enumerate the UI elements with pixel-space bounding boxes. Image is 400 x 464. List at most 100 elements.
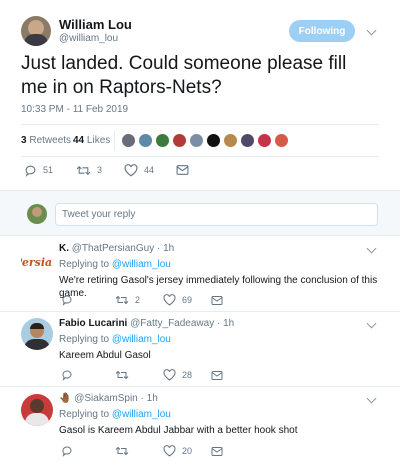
like-action[interactable]: 20 xyxy=(163,443,192,459)
retweet-count: 2 xyxy=(135,295,141,305)
like-action[interactable]: 44 xyxy=(124,162,154,178)
retweets-stat[interactable]: 3 Retweets xyxy=(21,135,71,146)
chevron-down-icon[interactable] xyxy=(366,393,377,404)
reply-author-name[interactable]: K. xyxy=(59,243,69,254)
divider xyxy=(0,311,400,312)
reply-author-name[interactable]: 🤚🏾 xyxy=(59,393,71,404)
replying-to-label: Replying to xyxy=(59,409,110,420)
retweet-icon xyxy=(115,370,129,380)
replying-to-handle[interactable]: @william_lou xyxy=(112,259,171,270)
retweets-label: Retweets xyxy=(29,135,72,146)
retweet-action[interactable]: 3 xyxy=(76,162,102,178)
likes-label: Likes xyxy=(86,135,111,146)
envelope-icon xyxy=(176,165,189,175)
retweet-icon xyxy=(115,446,129,456)
reply-time[interactable]: · 1h xyxy=(157,243,174,254)
liker-avatar[interactable] xyxy=(122,134,135,147)
reply-action[interactable]: 51 xyxy=(24,162,53,178)
like-action[interactable]: 28 xyxy=(163,367,192,383)
chevron-down-icon[interactable] xyxy=(366,318,377,329)
chevron-down-icon[interactable] xyxy=(366,243,377,254)
reply-time[interactable]: · 1h xyxy=(217,318,234,329)
author-handle[interactable]: @william_lou xyxy=(59,33,118,44)
reply-time[interactable]: · 1h xyxy=(141,393,158,404)
retweet-action[interactable]: 2 xyxy=(115,292,140,308)
author-avatar[interactable] xyxy=(21,16,51,46)
heart-icon xyxy=(163,369,176,381)
like-action[interactable]: 69 xyxy=(163,292,192,308)
like-count: 20 xyxy=(182,446,193,456)
reply-author-handle[interactable]: @Fatty_Fadeaway xyxy=(130,318,214,329)
reply-header: Fabio Lucarini @Fatty_Fadeaway · 1h xyxy=(59,318,234,329)
heart-icon xyxy=(163,294,176,306)
liker-avatar[interactable] xyxy=(207,134,220,147)
liker-avatar[interactable] xyxy=(156,134,169,147)
reply-avatar[interactable]: Persian xyxy=(21,246,53,278)
reply-action[interactable] xyxy=(61,367,73,383)
reply-avatar[interactable] xyxy=(21,394,53,426)
heart-icon xyxy=(163,445,176,457)
tweet-timestamp[interactable]: 10:33 PM - 11 Feb 2019 xyxy=(21,104,128,115)
envelope-icon xyxy=(211,370,223,380)
reply-input[interactable]: Tweet your reply xyxy=(55,203,378,226)
divider xyxy=(0,386,400,387)
envelope-icon xyxy=(211,446,223,456)
liker-avatar[interactable] xyxy=(275,134,288,147)
retweet-action[interactable] xyxy=(115,367,129,383)
liker-avatar[interactable] xyxy=(190,134,203,147)
liker-avatar[interactable] xyxy=(173,134,186,147)
heart-icon xyxy=(124,163,138,176)
retweets-count: 3 xyxy=(21,135,27,146)
replying-to: Replying to @william_lou xyxy=(59,334,171,345)
reply-count: 51 xyxy=(43,165,54,175)
replying-to-handle[interactable]: @william_lou xyxy=(112,409,171,420)
reply-action[interactable] xyxy=(61,292,73,308)
liker-avatar[interactable] xyxy=(241,134,254,147)
reply-action[interactable] xyxy=(61,443,73,459)
like-count: 28 xyxy=(182,370,193,380)
reply-header: K. @ThatPersianGuy · 1h xyxy=(59,243,174,254)
retweet-count: 3 xyxy=(97,165,103,175)
current-user-avatar[interactable] xyxy=(27,204,47,224)
likes-stat[interactable]: 44 Likes xyxy=(73,135,110,146)
reply-icon xyxy=(62,295,72,306)
like-count: 69 xyxy=(182,295,193,305)
stat-divider xyxy=(114,131,115,151)
reply-icon xyxy=(62,446,72,457)
reply-icon xyxy=(62,370,72,381)
reply-text: Kareem Abdul Gasol xyxy=(59,350,151,361)
replying-to-label: Replying to xyxy=(59,259,110,270)
replying-to: Replying to @william_lou xyxy=(59,259,171,270)
reply-avatar[interactable] xyxy=(21,318,53,350)
reply-input-placeholder: Tweet your reply xyxy=(62,209,136,220)
reply-header: 🤚🏾 @SiakamSpin · 1h xyxy=(59,393,158,404)
liker-avatar[interactable] xyxy=(139,134,152,147)
chevron-down-icon[interactable] xyxy=(366,25,377,36)
reply-author-name[interactable]: Fabio Lucarini xyxy=(59,318,127,329)
author-name[interactable]: William Lou xyxy=(59,17,132,32)
replying-to-handle[interactable]: @william_lou xyxy=(112,334,171,345)
like-count: 44 xyxy=(144,165,155,175)
direct-message-action[interactable] xyxy=(211,367,223,383)
tweet-text: Just landed. Could someone please fill m… xyxy=(21,53,347,98)
retweet-icon xyxy=(76,165,91,175)
reply-icon xyxy=(25,165,36,177)
replying-to-label: Replying to xyxy=(59,334,110,345)
direct-message-action[interactable] xyxy=(176,162,189,178)
reply-text: Gasol is Kareem Abdul Jabbar with a bett… xyxy=(59,425,298,436)
replying-to: Replying to @william_lou xyxy=(59,409,171,420)
direct-message-action[interactable] xyxy=(211,292,223,308)
following-button[interactable]: Following xyxy=(289,20,355,42)
retweet-icon xyxy=(115,295,129,305)
retweet-action[interactable] xyxy=(115,443,129,459)
likes-count: 44 xyxy=(73,135,85,146)
reply-author-handle[interactable]: @ThatPersianGuy xyxy=(72,243,154,254)
divider xyxy=(21,124,379,125)
reply-author-handle[interactable]: @SiakamSpin xyxy=(74,393,138,404)
liker-avatar[interactable] xyxy=(258,134,271,147)
direct-message-action[interactable] xyxy=(211,443,223,459)
following-button-label: Following xyxy=(298,25,346,37)
avatar-logo-text: Persian xyxy=(21,255,53,269)
liker-avatar[interactable] xyxy=(224,134,237,147)
envelope-icon xyxy=(211,295,223,305)
